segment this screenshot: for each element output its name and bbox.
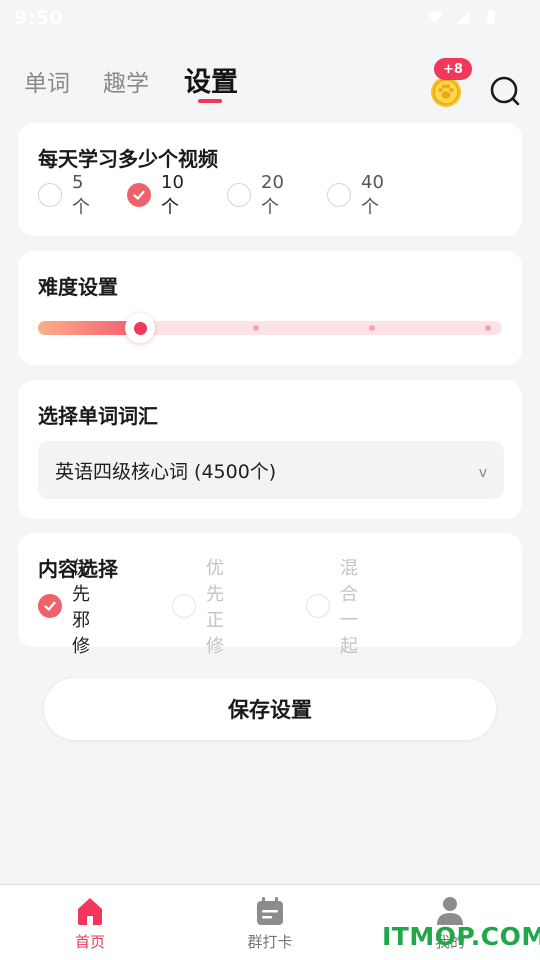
coin-reward-button[interactable]: +8	[428, 58, 474, 110]
radio-unchecked-icon	[306, 594, 330, 618]
videos-option-label: 40个	[361, 171, 384, 218]
save-settings-button[interactable]: 保存设置	[43, 677, 497, 741]
radio-checked-icon	[38, 594, 62, 618]
tab-words[interactable]: 单词	[24, 64, 70, 98]
videos-per-day-title: 每天学习多少个视频	[38, 147, 218, 171]
nav-label-group-checkin: 群打卡	[247, 933, 293, 951]
nav-item-group-checkin[interactable]: 群打卡	[220, 895, 320, 957]
content-option-mixed[interactable]: 混合一起	[306, 558, 358, 657]
battery-icon	[487, 9, 495, 25]
radio-checked-icon	[127, 183, 151, 207]
calendar-icon	[257, 897, 283, 925]
difficulty-title: 难度设置	[38, 275, 118, 299]
content-option-label: 混合一起	[340, 558, 358, 657]
videos-option-label: 10个	[161, 171, 184, 218]
slider-step-dot[interactable]	[485, 325, 491, 331]
nav-item-home[interactable]: 首页	[40, 895, 140, 957]
status-bar: 9:50	[0, 0, 540, 36]
nav-label-home: 首页	[74, 933, 105, 951]
home-icon	[78, 898, 102, 925]
wifi-icon	[427, 11, 443, 23]
videos-option-label: 5个	[72, 171, 90, 218]
content-option-proper-first[interactable]: 优先正修	[172, 558, 224, 657]
search-icon[interactable]	[488, 74, 522, 108]
slider-thumb-dot	[133, 321, 147, 335]
chevron-down-icon: v	[478, 465, 487, 481]
status-time: 9:50	[14, 7, 64, 29]
paw-coin-icon	[431, 77, 461, 107]
watermark: ITMOP.COM	[382, 922, 540, 951]
vocab-title: 选择单词词汇	[38, 404, 158, 428]
vocab-card: 选择单词词汇 英语四级核心词 (4500个) v	[18, 380, 522, 519]
content-option-label: 优先邪修	[72, 558, 90, 657]
videos-option-20[interactable]: 20个	[227, 172, 284, 218]
videos-per-day-card: 每天学习多少个视频 5个 10个 20个 40个	[18, 123, 522, 236]
radio-unchecked-icon	[327, 183, 351, 207]
difficulty-card: 难度设置	[18, 251, 522, 365]
content-option-label: 优先正修	[206, 558, 224, 657]
videos-option-label: 20个	[261, 171, 284, 218]
coin-badge: +8	[434, 58, 472, 80]
content-option-evil-first[interactable]: 优先邪修	[38, 558, 90, 657]
videos-option-10[interactable]: 10个	[127, 172, 184, 218]
videos-option-5[interactable]: 5个	[38, 172, 90, 218]
tab-settings[interactable]: 设置	[184, 60, 238, 99]
vocab-select[interactable]: 英语四级核心词 (4500个) v	[38, 441, 504, 499]
radio-unchecked-icon	[227, 183, 251, 207]
status-icons	[426, 8, 500, 26]
slider-thumb[interactable]	[125, 313, 155, 343]
active-tab-indicator	[198, 99, 222, 103]
difficulty-slider[interactable]	[38, 313, 502, 343]
radio-unchecked-icon	[172, 594, 196, 618]
slider-step-dot[interactable]	[253, 325, 259, 331]
content-card: 内容选择 优先邪修 优先正修 混合一起	[18, 533, 522, 657]
vocab-select-value: 英语四级核心词 (4500个)	[55, 461, 277, 483]
signal-icon	[456, 10, 470, 24]
radio-unchecked-icon	[38, 183, 62, 207]
slider-step-dot[interactable]	[369, 325, 375, 331]
tab-fun-learning[interactable]: 趣学	[103, 64, 149, 98]
videos-option-40[interactable]: 40个	[327, 172, 384, 218]
